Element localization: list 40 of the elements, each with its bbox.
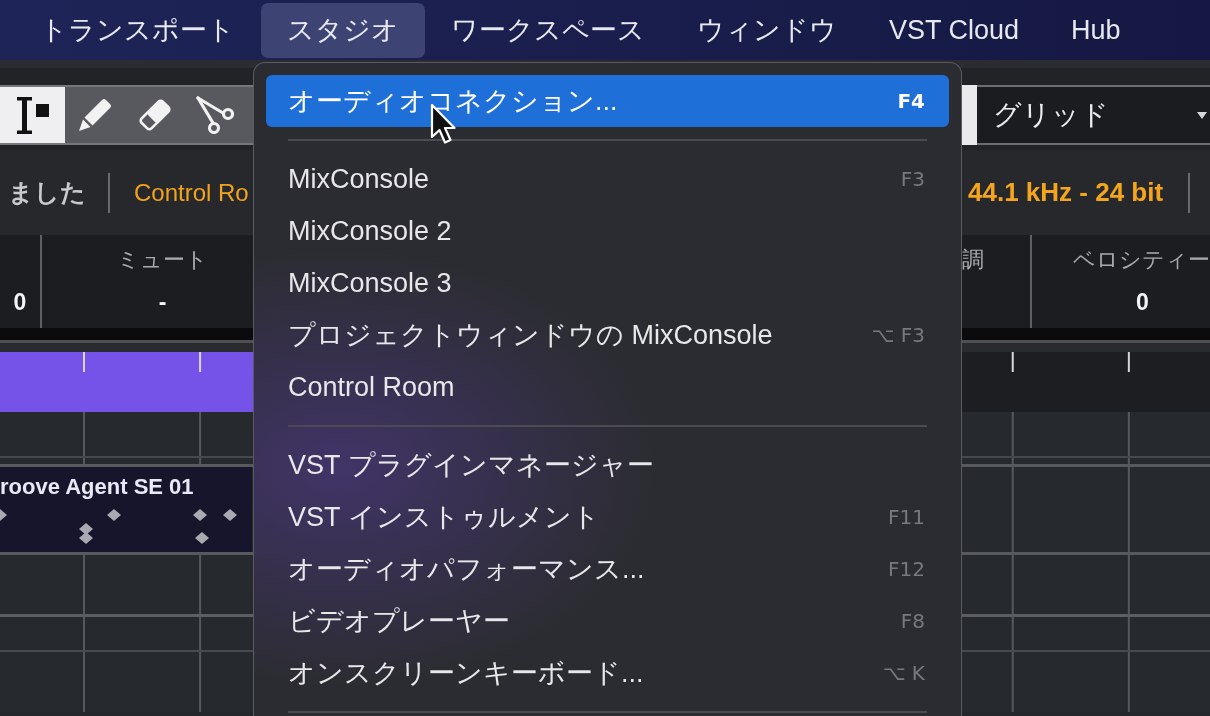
menu-item[interactable]: MixConsole F3 xyxy=(266,153,949,205)
info-label: ベロシティー xyxy=(1073,246,1210,274)
eraser-icon xyxy=(138,98,172,132)
info-value: - xyxy=(158,288,167,317)
caret-icon xyxy=(1197,111,1207,119)
shortcut-text: ⌥ F3 xyxy=(871,322,925,349)
menu-item[interactable]: オンスクリーンキーボード... ⌥ K xyxy=(266,647,949,699)
menu-bar-item[interactable]: VST Cloud xyxy=(863,2,1046,58)
sample-format-text: 44.1 kHz - 24 bit xyxy=(968,176,1164,209)
shortcut-text: F11 xyxy=(888,504,925,531)
menu-bar-item[interactable]: Hub xyxy=(1045,2,1147,58)
event-name: roove Agent SE 01 xyxy=(0,473,194,501)
menu-item[interactable]: VST プラグインマネージャー xyxy=(266,439,949,491)
info-value: 0 xyxy=(13,288,27,317)
menu-bar-item[interactable]: ワークスペース xyxy=(425,2,671,58)
info-value: 0 xyxy=(1136,288,1149,317)
shortcut-text: ⌥ K xyxy=(882,660,925,687)
midi-part[interactable]: roove Agent SE 01 xyxy=(0,467,252,552)
menu-item[interactable]: オーディオパフォーマンス... F12 xyxy=(266,543,949,595)
shortcut-text: F3 xyxy=(900,166,925,193)
menu-item[interactable]: MixConsole 3 xyxy=(266,257,949,309)
status-text: ました xyxy=(8,176,86,208)
scissors-icon xyxy=(196,96,234,134)
menu-item[interactable]: ビデオプレーヤー F8 xyxy=(266,595,949,647)
menu-item[interactable]: MixConsole 2 xyxy=(266,205,949,257)
shortcut-text: F8 xyxy=(900,608,925,635)
menu-bar-item[interactable]: ウィンドウ xyxy=(671,2,863,58)
shortcut-text: F12 xyxy=(888,556,925,583)
menu-item[interactable]: VST インストゥルメント F11 xyxy=(266,491,949,543)
menu-bar-item[interactable]: スタジオ xyxy=(261,2,425,58)
menu-item[interactable]: プロジェクトウィンドウの MixConsole ⌥ F3 xyxy=(266,309,949,361)
pencil-icon xyxy=(78,98,112,132)
info-label: ミュート xyxy=(117,246,208,274)
info-label: 調 xyxy=(962,246,984,274)
menu-bar-item[interactable]: トランスポート xyxy=(14,2,261,58)
ibeam-square-icon xyxy=(16,96,49,134)
output-port-text: Control Ro xyxy=(134,177,249,208)
grid-dropdown[interactable]: グリッド xyxy=(977,85,1210,145)
shortcut-text: F4 xyxy=(897,88,925,115)
tool-button[interactable] xyxy=(0,87,65,143)
